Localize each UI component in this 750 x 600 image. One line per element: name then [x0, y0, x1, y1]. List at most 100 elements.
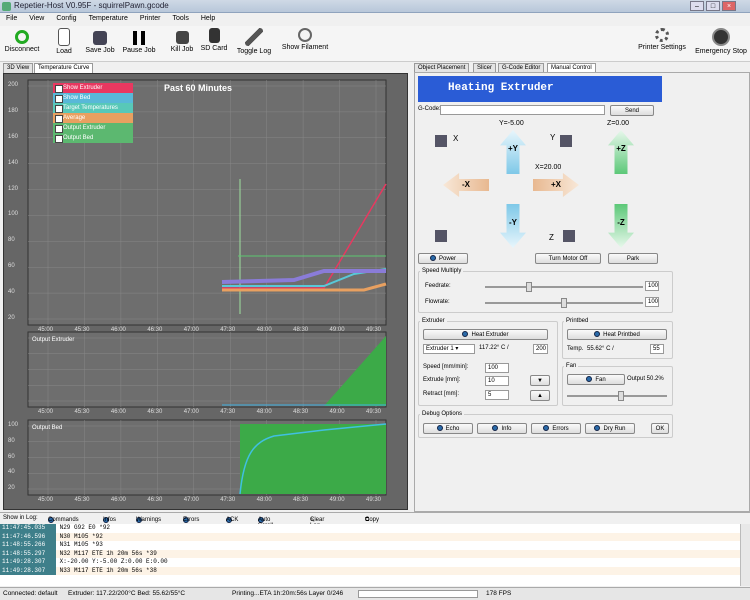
menu-view[interactable]: View — [23, 13, 50, 22]
show-filament-button[interactable]: Show Filament — [279, 28, 331, 60]
fan-button[interactable]: Fan — [567, 374, 625, 385]
y-tick-label: 20 — [8, 315, 15, 321]
turn-motor-off-button[interactable]: Turn Motor Off — [535, 253, 601, 264]
heat-extruder-button[interactable]: Heat Extruder — [423, 329, 548, 340]
legend-output-bed[interactable]: Output Bed — [53, 133, 133, 143]
flowrate-slider-thumb[interactable] — [561, 298, 567, 308]
log-scrollbar[interactable] — [740, 524, 750, 586]
move-minus-x-button[interactable]: -X — [443, 173, 489, 197]
menu-file[interactable]: File — [0, 13, 23, 22]
fan-slider[interactable] — [567, 391, 667, 401]
send-button[interactable]: Send — [610, 105, 654, 116]
log-list: 11:47:45.035 N29 G92 E0 *92 11:47:46.596… — [0, 524, 740, 586]
home-y-icon[interactable] — [560, 135, 572, 147]
y-tick-label: 40 — [8, 469, 15, 476]
pause-job-button[interactable]: Pause Job — [121, 28, 157, 60]
move-plus-y-button[interactable]: +Y — [500, 130, 526, 174]
load-button[interactable]: Load — [52, 28, 76, 60]
extruder-temp-readout: 117.22° C / — [479, 345, 509, 351]
y-tick-label: 160 — [8, 133, 19, 140]
emergency-stop-button[interactable]: Emergency Stop — [694, 28, 748, 60]
x-tick-label: 48:30 — [293, 327, 309, 333]
ok-button[interactable]: OK — [651, 423, 669, 434]
feedrate-input[interactable]: 100 — [645, 281, 659, 291]
move-plus-x-button[interactable]: +X — [533, 173, 579, 197]
filament-icon — [298, 28, 312, 42]
save-job-button[interactable]: Save Job — [84, 28, 116, 60]
extruder-target-input[interactable]: 200 — [533, 344, 548, 354]
printbed-target-input[interactable]: 55 — [650, 344, 664, 354]
flowrate-input[interactable]: 100 — [645, 297, 659, 307]
tab-temperature-curve[interactable]: Temperature Curve — [34, 63, 94, 73]
move-minus-y-button[interactable]: -Y — [500, 204, 526, 248]
legend-average[interactable]: Average — [53, 113, 133, 123]
legend-show-bed[interactable]: Show Bed — [53, 93, 133, 103]
x-tick-label: 49:30 — [366, 327, 382, 333]
speed-multiply-group — [418, 271, 673, 313]
move-plus-z-button[interactable]: +Z — [608, 130, 634, 174]
maximize-icon[interactable]: □ — [706, 1, 720, 11]
feedrate-slider-thumb[interactable] — [526, 282, 532, 292]
feedrate-label: Feedrate: — [425, 283, 451, 289]
home-z-icon[interactable] — [563, 230, 575, 242]
retract-input[interactable]: 5 — [485, 390, 509, 400]
home-z-label: Z — [549, 233, 554, 242]
info-button[interactable]: Info — [477, 423, 527, 434]
legend-output-extruder[interactable]: Output Extruder — [53, 123, 133, 133]
debug-options-title: Debug Options — [420, 411, 465, 417]
power-icon — [15, 30, 29, 44]
menu-printer[interactable]: Printer — [134, 13, 167, 22]
sd-card-icon — [208, 28, 220, 43]
tab-3d-view[interactable]: 3D View — [3, 63, 34, 73]
y-tick-label: 200 — [8, 82, 19, 88]
retract-up-button[interactable]: ▲ — [530, 390, 550, 401]
y-tick-label: 20 — [8, 485, 15, 491]
echo-button[interactable]: Echo — [423, 423, 473, 434]
extrude-down-button[interactable]: ▼ — [530, 375, 550, 386]
dry-run-led-icon — [594, 425, 601, 432]
printer-settings-button[interactable]: Printer Settings — [634, 28, 690, 60]
flowrate-slider[interactable] — [485, 298, 643, 308]
close-icon[interactable]: × — [722, 1, 736, 11]
move-minus-z-button[interactable]: -Z — [608, 204, 634, 248]
arrow-up-icon: ▲ — [537, 393, 543, 399]
fan-slider-thumb[interactable] — [618, 391, 624, 401]
x-tick-label: 46:00 — [110, 497, 126, 503]
toggle-log-button[interactable]: Toggle Log — [234, 28, 274, 60]
speed-input[interactable]: 100 — [485, 363, 509, 373]
home-x-icon[interactable] — [435, 135, 447, 147]
y-tick-label: 180 — [8, 107, 19, 114]
power-button[interactable]: Power — [418, 253, 468, 264]
menu-help[interactable]: Help — [195, 13, 221, 22]
temperature-legend: Show Extruder Show Bed Target Temperatur… — [53, 83, 133, 143]
errors-button[interactable]: Errors — [531, 423, 581, 434]
feedrate-slider[interactable] — [485, 282, 643, 292]
home-all-icon[interactable] — [435, 230, 447, 242]
legend-target-temperatures[interactable]: Target Temperatures — [53, 103, 133, 113]
status-bar: Connected: default Extruder: 117.22/200°… — [0, 587, 750, 600]
menu-temperature[interactable]: Temperature — [83, 13, 134, 22]
park-button[interactable]: Park — [608, 253, 658, 264]
menu-tools[interactable]: Tools — [166, 13, 194, 22]
dry-run-button[interactable]: Dry Run — [585, 423, 635, 434]
legend-show-extruder[interactable]: Show Extruder — [53, 83, 133, 93]
menu-config[interactable]: Config — [50, 13, 82, 22]
x-tick-label: 45:00 — [38, 409, 54, 415]
save-icon — [93, 31, 107, 45]
heat-printbed-button[interactable]: Heat Printbed — [567, 329, 667, 340]
temperature-status: Extruder: 117.22/200°C Bed: 55.62/55°C — [68, 590, 186, 597]
fan-output-readout: Output 50.2% — [627, 376, 664, 382]
home-y-label: Y — [550, 133, 556, 142]
extrude-input[interactable]: 10 — [485, 376, 509, 386]
sd-card-button[interactable]: SD Card — [199, 28, 229, 60]
disconnect-button[interactable]: Disconnect — [2, 28, 42, 60]
toolbar: Disconnect Load Save Job Pause Job Kill … — [0, 26, 750, 62]
gcode-input[interactable] — [440, 105, 605, 115]
kill-job-button[interactable]: Kill Job — [168, 28, 196, 60]
extruder-select[interactable]: Extruder 1 ▾ — [423, 344, 475, 354]
x-tick-label: 46:30 — [147, 327, 163, 333]
x-tick-label: 46:30 — [147, 497, 163, 503]
output-bed-label: Output Bed — [32, 425, 63, 431]
connection-status: Connected: default — [3, 590, 58, 597]
minimize-icon[interactable]: – — [690, 1, 704, 11]
